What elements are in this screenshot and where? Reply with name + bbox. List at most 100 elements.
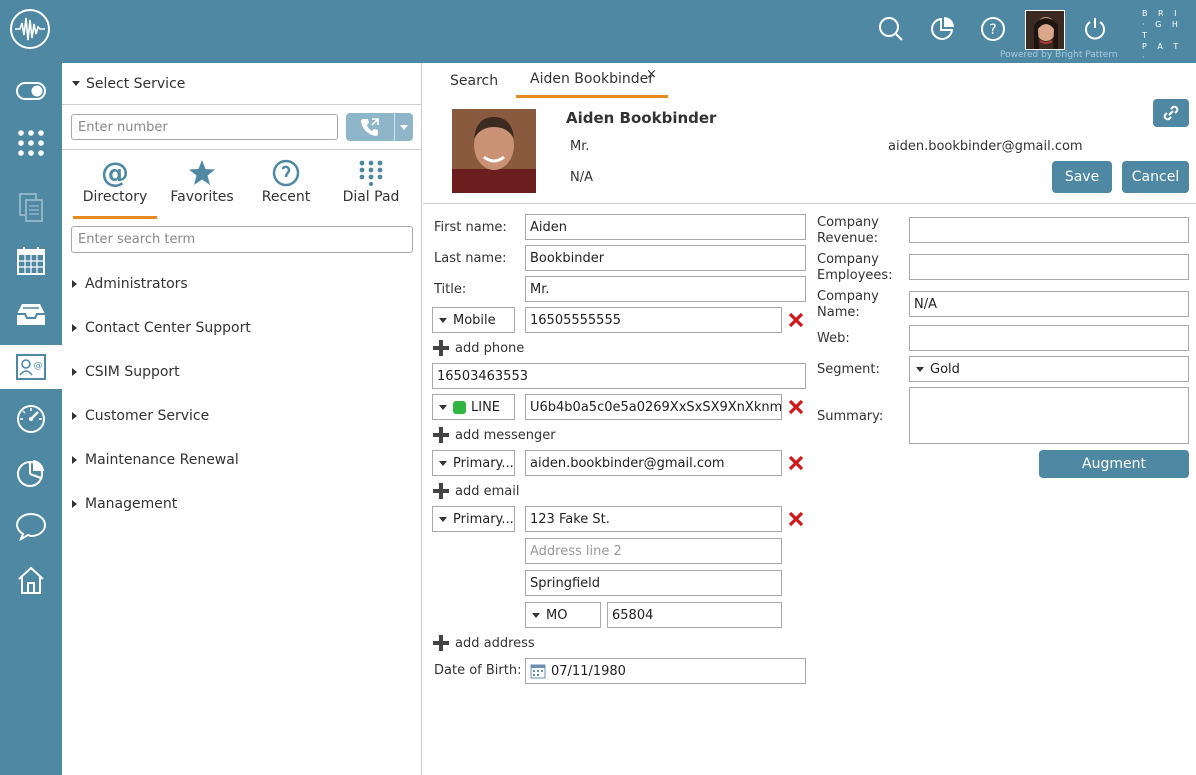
chart-icon[interactable] (927, 14, 957, 44)
web-label: Web: (817, 331, 850, 346)
directory-group[interactable]: Customer Service (72, 406, 209, 426)
delete-address-icon[interactable] (788, 511, 804, 527)
service-panel: Select Service Enter number @ Directory … (62, 63, 422, 775)
delete-email-icon[interactable] (788, 455, 804, 471)
svg-text:?: ? (989, 22, 996, 38)
address-line-1-field[interactable]: 123 Fake St. (525, 506, 782, 532)
inbox-icon[interactable] (0, 292, 62, 336)
avatar[interactable] (1025, 10, 1065, 50)
directory-search-input[interactable]: Enter search term (71, 226, 413, 253)
dashboard-icon[interactable] (0, 397, 62, 441)
recent-icon (244, 157, 328, 189)
contact-name: Aiden Bookbinder (566, 109, 717, 127)
dialpad-icon (329, 157, 413, 189)
home-icon[interactable] (0, 558, 62, 602)
tab-label: Dial Pad (342, 189, 400, 205)
email-type-select[interactable]: Primary... (432, 450, 515, 476)
contacts-icon[interactable]: @ (0, 345, 62, 389)
save-button[interactable]: Save (1052, 161, 1112, 193)
augment-button[interactable]: Augment (1039, 450, 1189, 478)
company-employees-field[interactable] (909, 254, 1189, 280)
link-button[interactable] (1153, 99, 1189, 127)
help-icon[interactable]: ? (978, 14, 1008, 44)
segment-select[interactable]: Gold (909, 356, 1189, 382)
delete-phone-icon[interactable] (788, 312, 804, 328)
messenger-type-select[interactable]: LINE (432, 394, 515, 420)
segment-label: Segment: (817, 362, 880, 377)
call-button[interactable] (346, 113, 394, 141)
reports-icon[interactable] (0, 451, 62, 495)
company-employees-label: Company Employees: (817, 252, 893, 283)
title-field[interactable]: Mr. (525, 276, 806, 302)
divider (62, 149, 422, 150)
caret-right-icon (72, 412, 77, 420)
company-revenue-field[interactable] (909, 217, 1189, 243)
directory-group[interactable]: Management (72, 494, 177, 514)
phone-field[interactable]: 16505555555 (525, 307, 782, 333)
caret-down-icon (916, 366, 924, 372)
add-email-button[interactable]: add email (433, 483, 519, 499)
caret-down-icon (439, 460, 447, 466)
city-field[interactable]: Springfield (525, 570, 782, 596)
waveform-logo-icon[interactable] (9, 8, 51, 50)
dob-field[interactable]: 07/11/1980 (525, 658, 806, 684)
powered-by-label: Powered by Bright Pattern (1000, 50, 1118, 60)
plus-icon (433, 635, 449, 651)
company-name-field[interactable]: N/A (909, 291, 1189, 317)
documents-icon[interactable] (0, 186, 62, 230)
add-messenger-button[interactable]: add messenger (433, 427, 556, 443)
calendar-icon[interactable] (0, 239, 62, 283)
calendar-icon[interactable] (530, 663, 546, 679)
email-field[interactable]: aiden.bookbinder@gmail.com (525, 450, 782, 476)
company-revenue-label: Company Revenue: (817, 215, 879, 246)
call-options-dropdown[interactable] (394, 113, 413, 141)
delete-messenger-icon[interactable] (788, 399, 804, 415)
add-address-button[interactable]: add address (433, 635, 535, 651)
caret-down-icon (439, 516, 447, 522)
contact-photo (452, 109, 536, 193)
close-icon[interactable]: × (646, 67, 657, 82)
directory-group[interactable]: Maintenance Renewal (72, 450, 239, 470)
tab-directory[interactable]: @ Directory (73, 157, 157, 219)
tab-dial-pad[interactable]: Dial Pad (329, 157, 413, 215)
caret-down-icon (439, 404, 447, 410)
tab-label: Recent (261, 189, 311, 205)
address-type-select[interactable]: Primary... (432, 506, 515, 532)
chat-icon[interactable] (0, 504, 62, 548)
tab-favorites[interactable]: Favorites (160, 157, 244, 215)
messenger-field[interactable]: U6b4b0a5c0e5a0269XxSxSX9XnXknmle (525, 394, 782, 420)
company-name-label: Company Name: (817, 289, 879, 320)
title-label: Title: (434, 282, 467, 297)
zip-field[interactable]: 65804 (607, 602, 782, 628)
top-bar: ? Powered by Bright Pattern B R I · G H … (0, 0, 1196, 84)
state-select[interactable]: MO (525, 602, 601, 628)
tab-recent[interactable]: Recent (244, 157, 328, 215)
number-input[interactable]: Enter number (71, 114, 338, 140)
power-icon[interactable] (1080, 14, 1110, 44)
caret-down-icon (532, 612, 540, 618)
select-service-dropdown[interactable]: Select Service (62, 63, 422, 105)
cancel-button[interactable]: Cancel (1122, 161, 1189, 193)
toggle-icon[interactable] (0, 69, 62, 113)
tab-label: Directory (82, 189, 148, 205)
dialpad-icon[interactable] (0, 121, 62, 165)
directory-group[interactable]: CSIM Support (72, 362, 180, 382)
first-name-label: First name: (434, 220, 507, 235)
web-field[interactable] (909, 325, 1189, 351)
tab-label: Favorites (170, 189, 234, 205)
address-line-2-field[interactable]: Address line 2 (525, 538, 782, 564)
tab-search[interactable]: Search (450, 63, 498, 98)
directory-group[interactable]: Contact Center Support (72, 318, 251, 338)
svg-text:@: @ (101, 159, 129, 187)
last-name-field[interactable]: Bookbinder (525, 245, 806, 271)
phone-2-field[interactable]: 16503463553 (432, 363, 806, 389)
summary-field[interactable] (909, 387, 1189, 444)
add-phone-button[interactable]: add phone (433, 340, 524, 356)
caret-right-icon (72, 368, 77, 376)
directory-group[interactable]: Administrators (72, 274, 188, 294)
phone-type-select[interactable]: Mobile (432, 307, 515, 333)
search-icon[interactable] (876, 14, 906, 44)
last-name-label: Last name: (434, 251, 507, 266)
first-name-field[interactable]: Aiden (525, 214, 806, 240)
caret-down-icon (439, 317, 447, 323)
